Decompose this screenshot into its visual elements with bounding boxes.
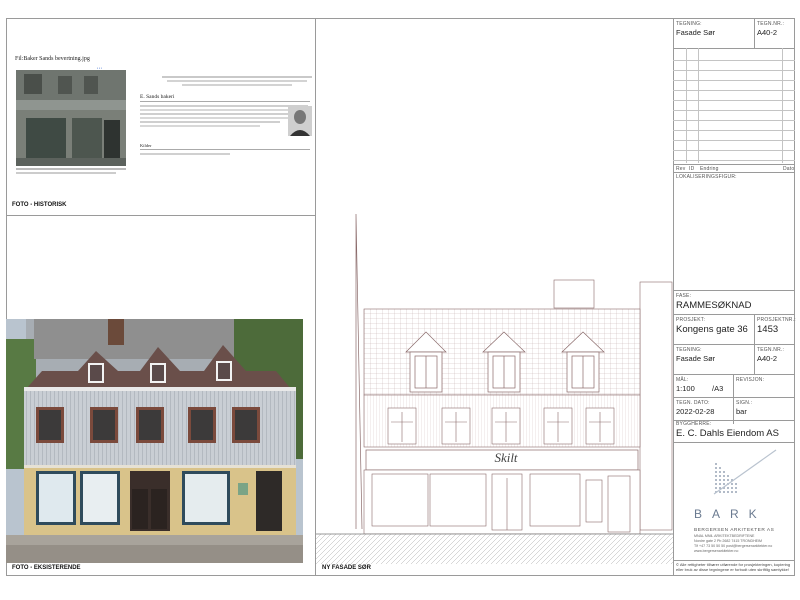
- label-sign: SIGN.:: [736, 400, 753, 406]
- value-prosjektnr: 1453: [757, 324, 779, 335]
- label-prosjektnr: PROSJEKTNR.:: [757, 317, 796, 323]
- label-byggherre: BYGGHERRE:: [676, 421, 712, 427]
- firm-logo-text: BARK: [694, 507, 767, 521]
- firm-address: Nordre gate 2 Pb 2682 7415 TRONDHEIM: [694, 539, 763, 543]
- value-tegning: Fasade Sør: [676, 28, 716, 37]
- caption-historic: FOTO - HISTORISK: [12, 202, 67, 208]
- label-lokalisering: LOKALISERINGSFIGUR:: [676, 174, 737, 180]
- historic-toc-title: Kilder: [140, 143, 152, 148]
- firm-contact: Tlf +47 73 50 50 50 post@bergersenarkite…: [694, 544, 773, 548]
- rev-header-dato: Dato: [783, 166, 795, 172]
- value-fase: RAMMESØKNAD: [676, 300, 752, 311]
- label-tegning: TEGNING:: [676, 21, 702, 27]
- historic-article-title: E. Sands bakeri: [140, 94, 175, 100]
- value-tegnnr: A40-2: [757, 28, 778, 37]
- value-tegnnr-2: A40-2: [757, 354, 778, 363]
- value-sign: bar: [736, 407, 747, 416]
- rev-header-id: ID: [689, 166, 695, 172]
- divider-horizontal-left: [6, 215, 315, 216]
- historic-photograph: [16, 70, 126, 166]
- value-dato: 2022-02-28: [676, 407, 715, 416]
- firm-tagline: MNAL MNIL ARKITEKTBEDRIFTENE: [694, 534, 755, 538]
- elevation-sign-text: Skilt: [494, 450, 518, 465]
- label-prosjekt: PROSJEKT:: [676, 317, 706, 323]
- firm-name: BERGERSEN ARKITEKTER AS: [694, 528, 775, 533]
- new-facade-elevation: [316, 214, 673, 564]
- label-dato: TEGN. DATO:: [676, 400, 710, 406]
- label-fase: FASE:: [676, 293, 692, 299]
- copyright-notice: © Alle rettigheter tilhører utførende fo…: [676, 562, 791, 572]
- existing-photograph: [6, 319, 303, 563]
- caption-existing: FOTO - EKSISTERENDE: [12, 565, 81, 571]
- firm-logo-graphic: [713, 449, 777, 495]
- label-tegnnr: TEGN.NR.:: [757, 21, 785, 27]
- historic-photo-panel: Fil:Baker Sands bevertning.jpg ▪ ▪ ▪ E. …: [12, 48, 312, 178]
- rev-header-endring: Endring: [700, 166, 719, 172]
- historic-filename: Fil:Baker Sands bevertning.jpg: [15, 56, 90, 62]
- caption-new-facade: NY FASADE SØR: [322, 565, 371, 571]
- label-tegning-2: TEGNING:: [676, 347, 702, 353]
- value-maal: 1:100: [676, 384, 695, 393]
- firm-web: www.bergersenarkitekter.no: [694, 549, 739, 553]
- rev-header-rev: Rev: [676, 166, 686, 172]
- value-tegning-2: Fasade Sør: [676, 354, 716, 363]
- label-maal: MÅL:: [676, 377, 689, 383]
- value-format: /A3: [712, 384, 724, 393]
- value-byggherre: E. C. Dahls Eiendom AS: [676, 428, 779, 439]
- label-tegnnr-2: TEGN.NR.:: [757, 347, 785, 353]
- divider-vertical-right: [673, 18, 674, 576]
- historic-portrait: [288, 106, 312, 136]
- value-prosjekt: Kongens gate 36: [676, 324, 748, 335]
- label-revisjon: REVISJON:: [736, 377, 765, 383]
